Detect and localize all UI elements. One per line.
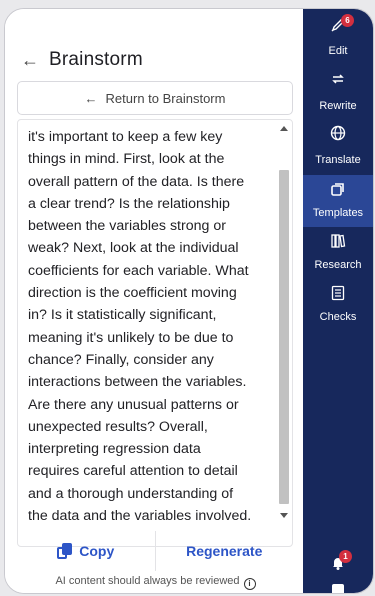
text-line: the data and the variables involved.: [28, 508, 252, 525]
rail-item-edit[interactable]: Edit: [303, 45, 373, 67]
text-line: interpreting regression data: [28, 441, 201, 458]
rail-bottom-item[interactable]: [303, 583, 373, 593]
rail-top-pen[interactable]: 6: [303, 11, 373, 37]
text-line: direction is the coefficient moving: [28, 285, 237, 302]
text-line: weak? Next, look at the individual: [28, 240, 239, 257]
text-line: between the variables strong or: [28, 218, 226, 235]
review-notice-text: AI content should always be reviewed: [55, 575, 240, 587]
scroll-thumb[interactable]: [279, 170, 289, 504]
alert-square-icon: [332, 584, 344, 593]
left-arrow-icon: ←: [84, 90, 98, 106]
regenerate-button[interactable]: Regenerate: [156, 531, 294, 571]
regenerate-label: Regenerate: [186, 543, 263, 559]
text-line: a clear trend? Is the relationship: [28, 195, 230, 212]
back-arrow-icon[interactable]: ←: [21, 50, 39, 71]
rail-label-edit: Edit: [328, 45, 348, 57]
page-title: Brainstorm: [49, 49, 143, 70]
templates-icon: [331, 183, 344, 196]
books-icon: [331, 234, 346, 248]
globe-icon: [330, 125, 346, 141]
text-line: chance? Finally, consider any: [28, 351, 214, 368]
rail-label-rewrite: Rewrite: [319, 100, 357, 112]
copy-button[interactable]: Copy: [17, 531, 156, 571]
notification-badge: 6: [341, 14, 354, 27]
scroll-down-arrow-icon[interactable]: [280, 513, 288, 518]
rail-label-research: Research: [314, 259, 362, 271]
review-notice: AI content should always be reviewed i: [5, 575, 306, 590]
side-rail: 6 Edit Rewrite Translate Templates Resea…: [303, 9, 373, 593]
rail-notifications[interactable]: 1: [303, 549, 373, 577]
text-line: coefficients for each variable. What: [28, 262, 249, 279]
rail-item-checks[interactable]: Checks: [303, 283, 373, 333]
panel-header: ← Brainstorm: [21, 45, 143, 75]
text-line: interactions between the variables.: [28, 374, 247, 391]
text-line: it's important to keep a few key: [28, 129, 223, 145]
bell-badge: 1: [339, 550, 352, 563]
return-to-brainstorm-button[interactable]: ← Return to Brainstorm: [17, 81, 293, 115]
rail-item-translate[interactable]: Translate: [303, 123, 373, 175]
generated-content-box[interactable]: it's important to keep a few key things i…: [17, 119, 293, 547]
rail-item-research[interactable]: Research: [303, 231, 373, 281]
scrollbar[interactable]: [278, 124, 290, 520]
copy-label: Copy: [79, 543, 115, 559]
rail-item-rewrite[interactable]: Rewrite: [303, 69, 373, 119]
app-frame: ← Brainstorm ← Return to Brainstorm it's…: [4, 8, 374, 594]
text-line: in? Is it statistically significant,: [28, 307, 217, 324]
text-line: overall pattern of the data. Is there: [28, 173, 245, 190]
text-line: and a thorough understanding of: [28, 485, 234, 502]
info-icon[interactable]: i: [243, 578, 256, 590]
rewrite-arrows-icon: [332, 74, 344, 84]
checklist-icon: [331, 285, 345, 301]
rail-label-translate: Translate: [315, 154, 361, 166]
copy-icon: [57, 543, 73, 559]
action-bar: Copy Regenerate: [17, 531, 293, 571]
scroll-up-arrow-icon[interactable]: [280, 126, 288, 131]
generated-text: it's important to keep a few key things i…: [28, 126, 272, 527]
text-line: things in mind. First, look at the: [28, 151, 225, 168]
text-line: requires careful attention to detail: [28, 463, 238, 480]
rail-label-templates: Templates: [312, 207, 364, 219]
text-line: meaning it's unlikely to be due to: [28, 329, 234, 346]
rail-label-checks: Checks: [319, 311, 357, 323]
main-panel: ← Brainstorm ← Return to Brainstorm it's…: [5, 9, 306, 593]
rail-item-templates[interactable]: Templates: [303, 175, 373, 227]
text-line: unexpected results? Overall,: [28, 418, 208, 435]
text-line: Are there any unusual patterns or: [28, 396, 239, 413]
return-button-label: Return to Brainstorm: [105, 90, 226, 106]
